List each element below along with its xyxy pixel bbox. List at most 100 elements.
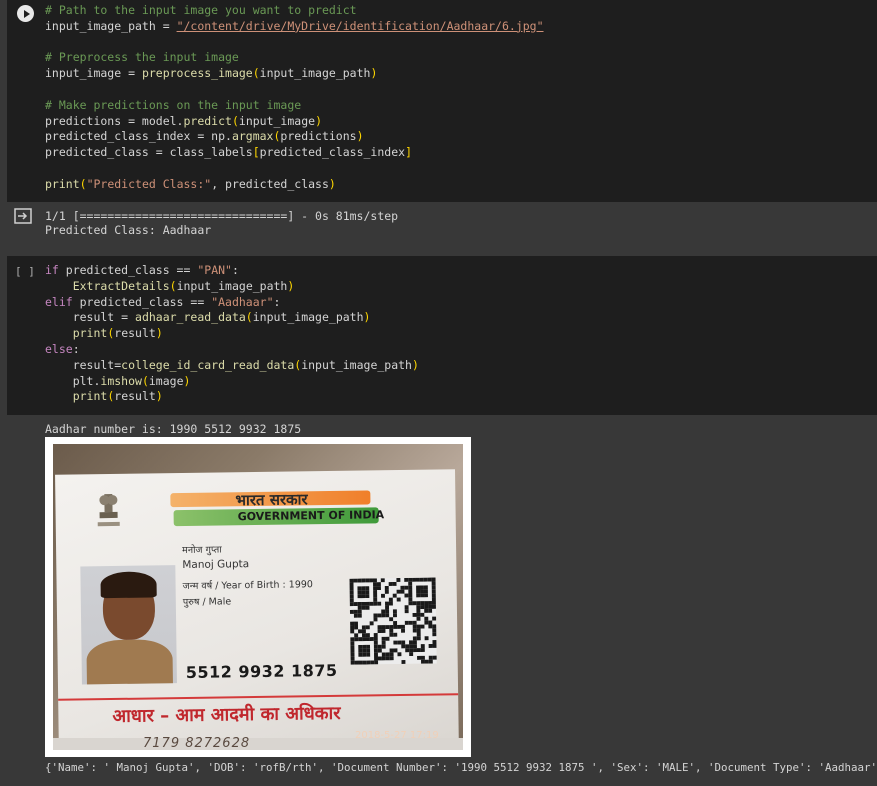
code-token: input_image = xyxy=(45,66,142,81)
code-token: college_id_card_read_data xyxy=(121,357,295,372)
code-token: # Path to the input image you want to pr… xyxy=(45,3,357,17)
code-line[interactable]: input_image = preprocess_image(input_ima… xyxy=(45,66,544,82)
code-token: "PAN" xyxy=(197,263,232,277)
code-token: predicted_class == xyxy=(58,263,198,277)
code-line[interactable]: predicted_class_index = np.argmax(predic… xyxy=(45,129,544,145)
photo-timestamp: 2018-5-27 17:19 xyxy=(355,730,439,741)
output-predicted-class: Predicted Class: Aadhaar xyxy=(45,223,212,237)
code-token: ) xyxy=(287,278,295,293)
code-token: input_image_path xyxy=(259,66,371,81)
code-token: ( xyxy=(245,310,253,325)
code-token: input_image_path xyxy=(301,357,412,372)
faded-number: 7179 8272628 xyxy=(143,736,251,750)
code-token: input_image xyxy=(238,113,316,128)
code-token: predict xyxy=(183,113,232,128)
code-line[interactable] xyxy=(45,35,544,51)
name-english: Manoj Gupta xyxy=(182,558,250,572)
code-line[interactable]: print(result) xyxy=(45,326,419,342)
code-line[interactable]: print(result) xyxy=(45,389,419,405)
code-line[interactable]: elif predicted_class == "Aadhaar": xyxy=(45,295,419,311)
code-line[interactable]: # Make predictions on the input image xyxy=(45,98,544,114)
code-token: ) xyxy=(363,310,371,325)
code-token: [ xyxy=(252,145,260,160)
code-line[interactable]: result=college_id_card_read_data(input_i… xyxy=(45,358,419,374)
code-token: argmax xyxy=(231,129,274,144)
code-line[interactable] xyxy=(45,82,544,98)
code-token: , predicted_class xyxy=(211,176,329,191)
code-token: ( xyxy=(169,278,177,293)
code-token: predicted_class_index = np. xyxy=(45,129,232,144)
code-token: elif xyxy=(45,294,73,309)
output-result-dict: {'Name': ' Manoj Gupta', 'DOB': 'rofB/rt… xyxy=(45,761,877,774)
code-token: image xyxy=(148,373,184,388)
code-token: predicted_class == xyxy=(72,294,212,309)
code-line[interactable]: input_image_path = "/content/drive/MyDri… xyxy=(45,19,544,35)
run-cell-button[interactable] xyxy=(17,5,34,22)
code-token: ) xyxy=(183,373,191,388)
code-cell-2[interactable]: [ ] if predicted_class == "PAN": Extract… xyxy=(7,256,877,415)
code-token: predicted_class = class_labels xyxy=(45,145,253,160)
aadhaar-card: भारत सरकार GOVERNMENT OF INDIA मनोज गुप्… xyxy=(55,469,459,750)
card-tagline: आधार – आम आदमी का अधिकार xyxy=(112,702,341,728)
code-editor-2[interactable]: if predicted_class == "PAN": ExtractDeta… xyxy=(45,263,419,405)
code-token: print xyxy=(72,389,108,404)
code-token: result= xyxy=(45,357,122,372)
code-token: if xyxy=(45,263,59,277)
code-line[interactable]: # Preprocess the input image xyxy=(45,50,544,66)
code-token: : xyxy=(72,341,80,356)
code-token: ( xyxy=(252,66,260,81)
code-token: predictions xyxy=(280,129,357,144)
code-line[interactable]: predictions = model.predict(input_image) xyxy=(45,114,544,130)
execution-count[interactable]: [ ] xyxy=(15,265,35,278)
code-token: imshow xyxy=(100,373,142,388)
code-token: "Predicted Class:" xyxy=(86,176,212,191)
code-token: # Preprocess the input image xyxy=(45,50,239,65)
code-token: print xyxy=(45,176,80,191)
code-token: ] xyxy=(405,145,412,160)
code-line[interactable]: print("Predicted Class:", predicted_clas… xyxy=(45,177,544,193)
code-token: ) xyxy=(356,129,364,144)
code-editor-1[interactable]: # Path to the input image you want to pr… xyxy=(45,3,544,193)
code-line[interactable] xyxy=(45,161,544,177)
code-token: ( xyxy=(231,113,239,128)
code-token: : xyxy=(273,294,281,309)
name-hindi: मनोज गुप्ता xyxy=(182,544,222,557)
year-of-birth: जन्म वर्ष / Year of Birth : 1990 xyxy=(182,579,314,593)
code-token: : xyxy=(231,263,239,277)
code-token: ) xyxy=(315,113,322,128)
photo-body xyxy=(86,639,174,685)
code-line[interactable]: result = adhaar_read_data(input_image_pa… xyxy=(45,310,419,326)
code-line[interactable]: ExtractDetails(input_image_path) xyxy=(45,279,419,295)
red-divider xyxy=(58,693,459,701)
code-token: input_image_path = xyxy=(45,18,177,33)
code-token: # Make predictions on the input image xyxy=(45,97,302,112)
code-line[interactable]: else: xyxy=(45,342,419,358)
code-line[interactable]: if predicted_class == "PAN": xyxy=(45,263,419,279)
code-token: ( xyxy=(141,373,149,388)
code-token: predictions = model. xyxy=(45,113,184,128)
code-line[interactable]: predicted_class = class_labels[predicted… xyxy=(45,145,544,161)
code-token: input_image_path xyxy=(176,278,288,293)
code-token: ) xyxy=(155,326,163,341)
aadhaar-card-photo: भारत सरकार GOVERNMENT OF INDIA मनोज गुप्… xyxy=(53,444,463,750)
output-toggle-icon[interactable] xyxy=(14,208,32,224)
aadhaar-number: 5512 9932 1875 xyxy=(185,660,338,682)
sex-label: पुरुष / Male xyxy=(182,596,232,609)
code-token: adhaar_read_data xyxy=(135,310,246,325)
qr-code-icon xyxy=(349,577,437,665)
gov-english-text: GOVERNMENT OF INDIA xyxy=(237,508,385,524)
code-token: "Aadhaar" xyxy=(211,294,274,309)
code-line[interactable]: # Path to the input image you want to pr… xyxy=(45,3,544,19)
holder-photo xyxy=(80,565,177,685)
code-token: "/content/drive/MyDrive/identification/A… xyxy=(176,18,544,33)
code-token: preprocess_image xyxy=(141,66,253,81)
code-token: ) xyxy=(328,176,336,191)
code-token: ) xyxy=(370,66,378,81)
code-line[interactable]: plt.imshow(image) xyxy=(45,374,419,390)
output-aadhar-number: Aadhar number is: 1990 5512 9932 1875 xyxy=(45,422,302,436)
code-token: predicted_class_index xyxy=(259,145,406,160)
code-cell-1[interactable]: # Path to the input image you want to pr… xyxy=(7,0,877,202)
